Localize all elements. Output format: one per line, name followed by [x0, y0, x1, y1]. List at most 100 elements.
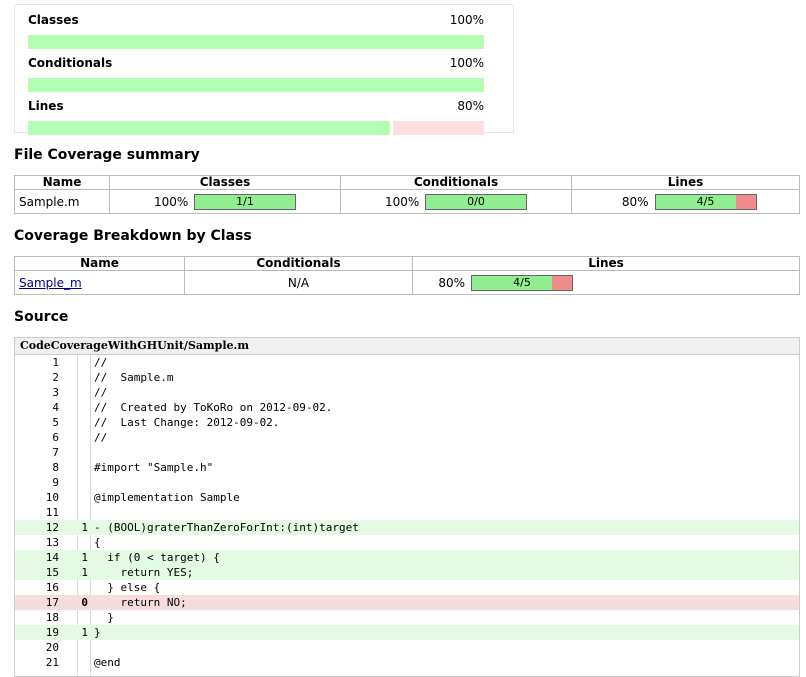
summary-progress-bar: [28, 121, 484, 135]
source-code: return YES;: [94, 566, 194, 579]
line-number: 9: [52, 476, 59, 489]
hit-count: 1: [81, 551, 88, 564]
source-line: 3 //: [15, 385, 799, 400]
source-code: //: [94, 431, 108, 444]
summary-percent: 100%: [449, 13, 484, 27]
coverage-ratio: 1/1: [236, 194, 254, 208]
lines-cell: 80% 4/5: [571, 189, 800, 214]
class-name-cell: Sample_m: [14, 270, 185, 295]
line-number: 8: [52, 461, 59, 474]
line-number: 10: [45, 491, 59, 504]
hit-count: 1: [81, 566, 88, 579]
hit-count: 0: [81, 596, 88, 609]
line-number: 3: [52, 386, 59, 399]
source-line: 11: [15, 505, 799, 520]
classes-cell: 100% 1/1: [109, 189, 341, 214]
column-header: Conditionals: [184, 256, 413, 271]
source-code: }: [94, 626, 101, 639]
coverage-summary-panel: Classes 100% Conditionals 100% Lines 80%: [14, 4, 514, 135]
coverage-bar: 0/0: [425, 193, 527, 210]
summary-bar-fill: [28, 35, 484, 49]
line-number: 1: [52, 356, 59, 369]
source-line: 13 {: [15, 535, 799, 550]
source-code: #import "Sample.h": [94, 461, 214, 474]
source-line: 1 //: [15, 355, 799, 370]
column-header: Conditionals: [340, 175, 572, 190]
source-line: 20: [15, 640, 799, 655]
source-code: @implementation Sample: [94, 491, 240, 504]
table-header-row: Name Classes Conditionals Lines: [14, 175, 800, 190]
conditionals-cell: 100% 0/0: [340, 189, 572, 214]
source-line: 5 // Last Change: 2012-09-02.: [15, 415, 799, 430]
summary-progress-bar: [28, 35, 484, 49]
line-number: 4: [52, 401, 59, 414]
source-code: // Sample.m: [94, 371, 174, 384]
source-code: //: [94, 386, 108, 399]
column-header: Name: [14, 256, 185, 271]
hit-count: 1: [81, 626, 88, 639]
file-coverage-heading: File Coverage summary: [14, 147, 200, 163]
class-link[interactable]: Sample_m: [19, 276, 82, 290]
source-line: 12 1 - (BOOL)graterThanZeroForInt:(int)tar…: [15, 520, 799, 535]
column-header: Lines: [412, 256, 800, 271]
source-code: - (BOOL)graterThanZeroForInt:(int)target: [94, 521, 359, 534]
line-number: 16: [45, 581, 59, 594]
source-line: 8 #import "Sample.h": [15, 460, 799, 475]
summary-percent: 80%: [457, 99, 484, 113]
file-coverage-table: Name Classes Conditionals Lines Sample.m…: [14, 175, 800, 214]
class-breakdown-heading: Coverage Breakdown by Class: [14, 228, 252, 244]
source-code: // Last Change: 2012-09-02.: [94, 416, 280, 429]
coverage-ratio: 4/5: [696, 194, 715, 208]
source-line: 4 // Created by ToKoRo on 2012-09-02.: [15, 400, 799, 415]
line-number: 14: [45, 551, 59, 564]
source-line: 14 1 if (0 < target) {: [15, 550, 799, 565]
line-number: 5: [52, 416, 59, 429]
line-number: 12: [45, 521, 59, 534]
hit-count: 1: [81, 521, 88, 534]
table-row: Sample.m 100% 1/1 100% 0/0 80% 4/5: [14, 189, 800, 214]
line-number: 13: [45, 536, 59, 549]
source-line: 16 } else {: [15, 580, 799, 595]
coverage-bar: 4/5: [654, 193, 757, 210]
source-line: 18 }: [15, 610, 799, 625]
line-number: 7: [52, 446, 59, 459]
source-heading: Source: [14, 309, 69, 325]
column-header: Name: [14, 175, 110, 190]
coverage-ratio: 4/5: [513, 275, 531, 289]
source-code: }: [94, 611, 114, 624]
source-code: {: [94, 536, 101, 549]
coverage-ratio: 0/0: [467, 194, 485, 208]
source-code: } else {: [94, 581, 161, 594]
line-number: 19: [45, 626, 59, 639]
file-name-cell: Sample.m: [14, 189, 110, 214]
source-code: return NO;: [94, 596, 187, 609]
table-row: Sample_m N/A 80% 4/5: [14, 270, 800, 295]
source-line: 10 @implementation Sample: [15, 490, 799, 505]
source-code: // Created by ToKoRo on 2012-09-02.: [94, 401, 333, 414]
source-line: 15 1 return YES;: [15, 565, 799, 580]
source-file-path: CodeCoverageWithGHUnit/Sample.m: [15, 338, 799, 355]
summary-bar-fill: [28, 78, 484, 92]
source-line: 7: [15, 445, 799, 460]
percent-text: 80%: [621, 194, 649, 209]
line-number: 15: [45, 566, 59, 579]
source-code: if (0 < target) {: [94, 551, 220, 564]
source-code: //: [94, 356, 108, 369]
source-line: 17 0 return NO;: [15, 595, 799, 610]
line-number: 18: [45, 611, 59, 624]
line-number: 2: [52, 371, 59, 384]
class-breakdown-table: Name Conditionals Lines Sample_m N/A 80%…: [14, 256, 800, 295]
percent-text: 100%: [385, 194, 420, 209]
line-number: 6: [52, 431, 59, 444]
source-line: 9: [15, 475, 799, 490]
summary-label: Classes: [28, 13, 79, 27]
coverage-bar: 1/1: [194, 193, 296, 210]
column-header: Classes: [109, 175, 341, 190]
line-number: 17: [45, 596, 59, 609]
source-line: 6 //: [15, 430, 799, 445]
source-listing: CodeCoverageWithGHUnit/Sample.m 1 // 2 // S…: [14, 337, 800, 677]
summary-label: Conditionals: [28, 56, 113, 70]
source-line: 2 // Sample.m: [15, 370, 799, 385]
line-number: 11: [45, 506, 59, 519]
summary-label: Lines: [28, 99, 64, 113]
